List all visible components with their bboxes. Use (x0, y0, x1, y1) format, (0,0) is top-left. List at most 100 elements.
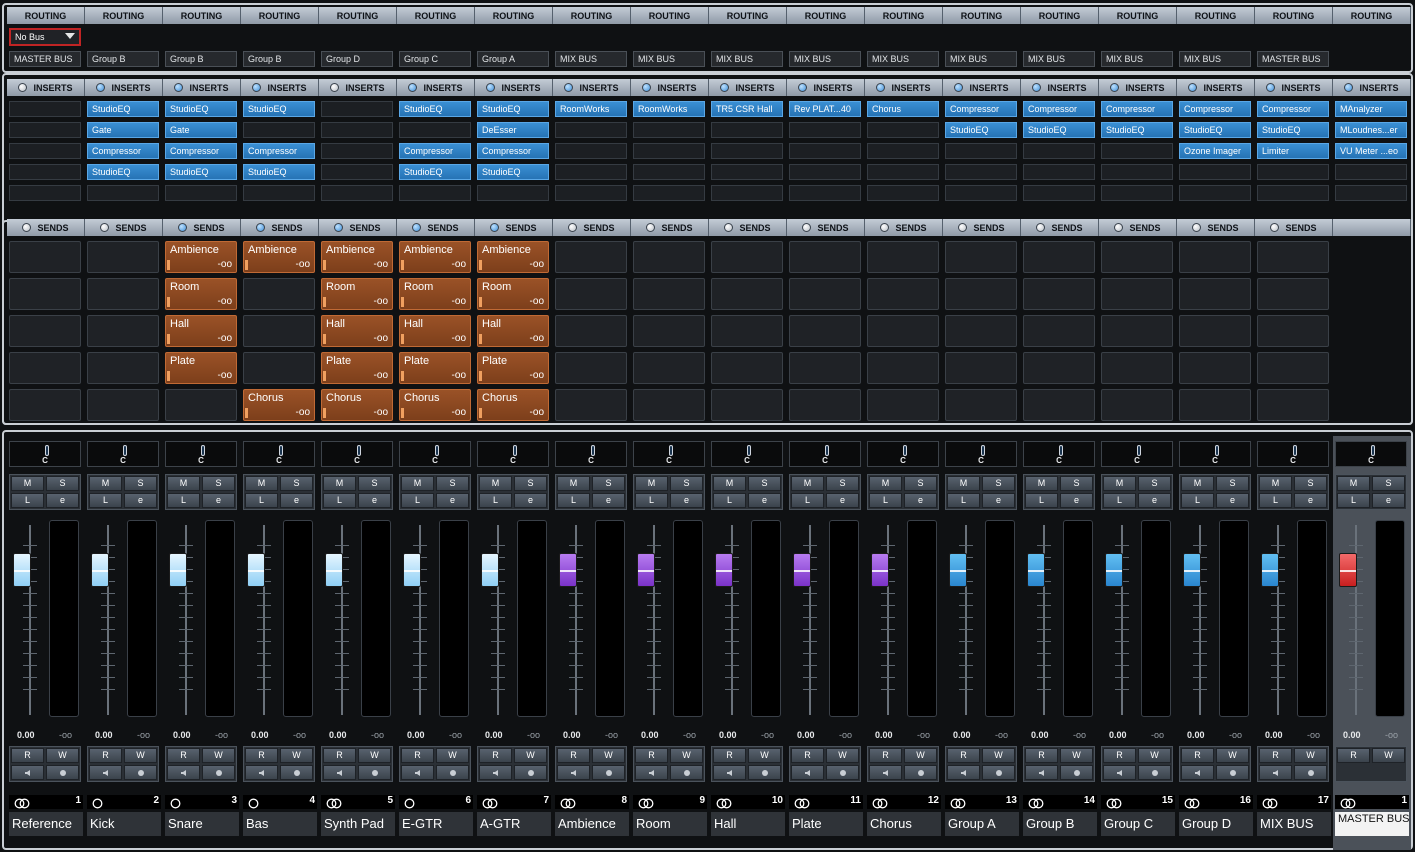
send-slot[interactable] (867, 241, 939, 273)
output-bus-select[interactable]: Group B (165, 51, 237, 67)
mute-button[interactable]: M (557, 476, 590, 491)
listen-button[interactable]: L (713, 493, 746, 508)
inserts-header[interactable]: INSERTS (397, 79, 475, 96)
inserts-bypass-led-icon[interactable] (174, 83, 184, 92)
write-automation-button[interactable]: W (826, 748, 859, 763)
edit-button[interactable]: e (280, 493, 313, 508)
send-slot[interactable] (1023, 315, 1095, 347)
peak-readout[interactable]: -oo (293, 730, 306, 740)
edit-button[interactable]: e (124, 493, 157, 508)
volume-fader-handle[interactable] (559, 553, 577, 587)
insert-slot[interactable] (1179, 164, 1251, 180)
volume-fader-handle[interactable] (325, 553, 343, 587)
edit-button[interactable]: e (904, 493, 937, 508)
sends-bypass-led-icon[interactable] (412, 223, 422, 232)
send-slot[interactable] (633, 389, 705, 421)
send-slot[interactable] (1257, 315, 1329, 347)
channel-name[interactable]: Group A (945, 812, 1019, 836)
peak-readout[interactable]: -oo (995, 730, 1008, 740)
output-bus-select[interactable]: MIX BUS (1179, 51, 1251, 67)
mute-button[interactable]: M (1103, 476, 1136, 491)
insert-slot[interactable]: Compressor (399, 143, 471, 159)
solo-button[interactable]: S (358, 476, 391, 491)
insert-slot[interactable] (1023, 185, 1095, 201)
insert-slot[interactable] (555, 164, 627, 180)
insert-slot[interactable] (321, 143, 393, 159)
peak-readout[interactable]: -oo (527, 730, 540, 740)
sends-header[interactable]: SENDS (1177, 219, 1255, 236)
volume-readout[interactable]: 0.00 (173, 730, 191, 740)
output-bus-select[interactable]: MIX BUS (555, 51, 627, 67)
send-slot[interactable]: Hall -oo (321, 315, 393, 347)
volume-readout[interactable]: 0.00 (1265, 730, 1283, 740)
pan-knob[interactable]: C (321, 441, 393, 467)
send-slot[interactable]: Room -oo (321, 278, 393, 310)
send-slot[interactable]: Room -oo (399, 278, 471, 310)
sends-bypass-led-icon[interactable] (490, 223, 500, 232)
send-slot[interactable] (1257, 278, 1329, 310)
sends-header[interactable]: SENDS (943, 219, 1021, 236)
volume-fader-handle[interactable] (637, 553, 655, 587)
stereo-link-icon[interactable] (1340, 796, 1356, 809)
channel-name[interactable]: Group C (1101, 812, 1175, 836)
insert-slot[interactable] (789, 185, 861, 201)
output-bus-select[interactable]: Group C (399, 51, 471, 67)
write-automation-button[interactable]: W (1294, 748, 1327, 763)
sends-header[interactable]: SENDS (865, 219, 943, 236)
output-bus-select[interactable]: MIX BUS (1023, 51, 1095, 67)
inserts-header[interactable]: INSERTS (475, 79, 553, 96)
peak-readout[interactable]: -oo (605, 730, 618, 740)
insert-slot[interactable] (1335, 164, 1407, 180)
solo-button[interactable]: S (124, 476, 157, 491)
insert-slot[interactable] (243, 122, 315, 138)
peak-readout[interactable]: -oo (449, 730, 462, 740)
channel-name[interactable]: Hall (711, 812, 785, 836)
read-automation-button[interactable]: R (635, 748, 668, 763)
inserts-header[interactable]: INSERTS (319, 79, 397, 96)
insert-slot[interactable] (477, 185, 549, 201)
read-automation-button[interactable]: R (869, 748, 902, 763)
insert-slot[interactable] (711, 122, 783, 138)
send-slot[interactable] (1101, 241, 1173, 273)
listen-button[interactable]: L (1103, 493, 1136, 508)
send-slot[interactable]: Plate -oo (477, 352, 549, 384)
send-slot[interactable]: Plate -oo (399, 352, 471, 384)
listen-button[interactable]: L (245, 493, 278, 508)
insert-slot[interactable]: Limiter (1257, 143, 1329, 159)
monitor-button[interactable] (1259, 765, 1292, 780)
monitor-button[interactable] (167, 765, 200, 780)
insert-slot[interactable] (9, 101, 81, 117)
edit-button[interactable]: e (670, 493, 703, 508)
insert-slot[interactable]: StudioEQ (1179, 122, 1251, 138)
write-automation-button[interactable]: W (1060, 748, 1093, 763)
volume-readout[interactable]: 0.00 (1109, 730, 1127, 740)
send-slot[interactable] (633, 278, 705, 310)
pan-knob[interactable]: C (1257, 441, 1329, 467)
sends-bypass-led-icon[interactable] (724, 223, 734, 232)
sends-bypass-led-icon[interactable] (802, 223, 812, 232)
stereo-link-icon[interactable] (482, 796, 498, 809)
input-bus-select[interactable]: No Bus (9, 28, 81, 46)
insert-slot[interactable] (321, 164, 393, 180)
insert-slot[interactable]: Compressor (945, 101, 1017, 117)
inserts-bypass-led-icon[interactable] (1188, 83, 1198, 92)
insert-slot[interactable] (633, 164, 705, 180)
sends-bypass-led-icon[interactable] (958, 223, 968, 232)
insert-slot[interactable]: Compressor (243, 143, 315, 159)
solo-button[interactable]: S (1138, 476, 1171, 491)
send-slot[interactable] (633, 241, 705, 273)
send-slot[interactable]: Ambience -oo (477, 241, 549, 273)
send-slot[interactable] (1179, 315, 1251, 347)
insert-slot[interactable] (1335, 185, 1407, 201)
volume-fader-handle[interactable] (1261, 553, 1279, 587)
volume-fader-handle[interactable] (247, 553, 265, 587)
listen-button[interactable]: L (869, 493, 902, 508)
record-button[interactable] (670, 765, 703, 780)
write-automation-button[interactable]: W (1372, 748, 1405, 763)
inserts-header[interactable]: INSERTS (631, 79, 709, 96)
volume-fader-handle[interactable] (715, 553, 733, 587)
sends-header[interactable]: SENDS (553, 219, 631, 236)
insert-slot[interactable] (789, 143, 861, 159)
sends-header[interactable]: SENDS (709, 219, 787, 236)
send-slot[interactable] (555, 278, 627, 310)
